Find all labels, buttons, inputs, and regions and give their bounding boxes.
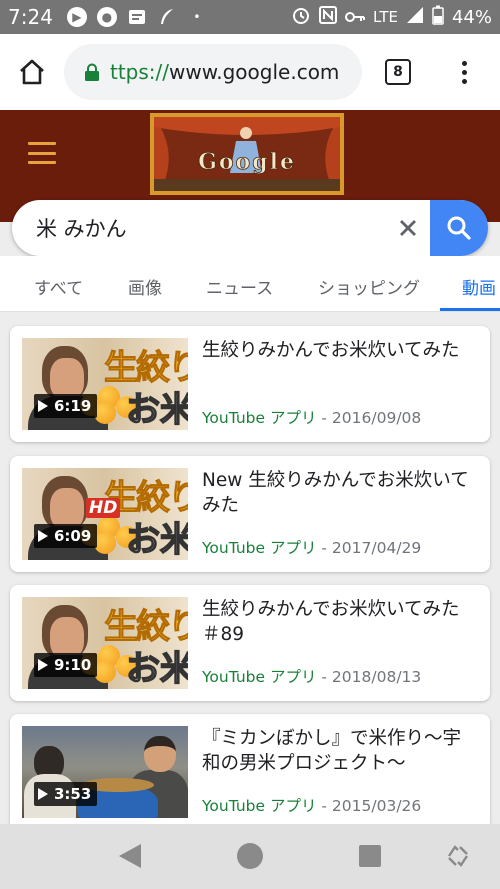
back-button[interactable] — [110, 838, 150, 874]
more-notifications-dot-icon: • — [193, 10, 201, 24]
search-box: 米 みかん — [12, 200, 488, 256]
vpn-key-icon — [345, 7, 366, 28]
address-bar[interactable]: ttps://www.google.com — [64, 44, 362, 100]
rotate-icon — [448, 845, 468, 867]
message-notification-icon — [127, 7, 147, 27]
feather-notification-icon — [157, 7, 177, 27]
video-meta: YouTube アプリ - 2015/03/26 — [202, 794, 421, 816]
video-thumbnail[interactable]: 生絞り お米 6:19 — [22, 338, 188, 430]
search-type-tabs: すべて 画像 ニュース ショッピング 動画 — [0, 256, 500, 312]
rotate-screen-button[interactable] — [438, 838, 478, 874]
back-icon — [119, 844, 141, 868]
system-navigation-bar — [0, 824, 500, 889]
video-thumbnail[interactable]: 3:53 — [22, 726, 188, 818]
battery-percent: 44% — [451, 6, 492, 28]
status-time: 7:24 — [8, 5, 53, 29]
video-meta: YouTube アプリ - 2018/08/13 — [202, 665, 421, 687]
video-duration: 6:19 — [54, 397, 92, 415]
signal-icon — [406, 6, 424, 29]
video-duration: 9:10 — [54, 656, 92, 674]
video-date: - 2018/08/13 — [321, 668, 422, 686]
active-tab-indicator — [440, 308, 500, 311]
browser-toolbar: ttps://www.google.com 8 — [0, 34, 500, 110]
video-date: - 2017/04/29 — [321, 539, 422, 557]
video-thumbnail[interactable]: 生絞り お米 9:10 — [22, 597, 188, 689]
video-duration-badge: 6:09 — [34, 524, 98, 548]
hamburger-menu-icon[interactable] — [28, 142, 56, 164]
play-icon — [38, 530, 48, 542]
hd-badge: HD — [86, 498, 121, 518]
video-duration-badge: 3:53 — [34, 782, 98, 806]
tab-videos[interactable]: 動画 — [462, 274, 496, 299]
video-result-card[interactable]: 生絞り お米 9:10 生絞りみかんでお米炊いてみた＃89 YouTube アプ… — [10, 585, 490, 701]
tab-images[interactable]: 画像 — [128, 274, 162, 299]
home-nav-button[interactable] — [230, 838, 270, 874]
video-result-card[interactable]: 生絞り お米 6:19 生絞りみかんでお米炊いてみた YouTube アプリ -… — [10, 326, 490, 442]
home-button[interactable] — [0, 34, 64, 110]
play-icon — [38, 788, 48, 800]
video-source: YouTube アプリ — [202, 409, 317, 427]
video-result-card[interactable]: 3:53 『ミカンぼかし』で米作り〜宇和の男米プロジェクト〜 YouTube ア… — [10, 714, 490, 830]
lock-icon — [85, 63, 99, 81]
video-title[interactable]: 『ミカンぼかし』で米作り〜宇和の男米プロジェクト〜 — [202, 726, 472, 776]
video-meta: YouTube アプリ - 2016/09/08 — [202, 406, 421, 428]
video-title[interactable]: 生絞りみかんでお米炊いてみた — [202, 338, 472, 363]
thumbnail-caption-bottom: お米 — [125, 389, 188, 430]
nfc-icon — [319, 5, 338, 29]
search-input[interactable]: 米 みかん — [12, 213, 386, 243]
video-meta: YouTube アプリ - 2017/04/29 — [202, 536, 421, 558]
recents-button[interactable] — [350, 838, 390, 874]
play-icon — [38, 659, 48, 671]
alarm-icon — [291, 5, 311, 30]
video-date: - 2015/03/26 — [321, 797, 422, 815]
video-source: YouTube アプリ — [202, 797, 317, 815]
battery-icon — [432, 5, 444, 30]
status-bar: 7:24 ▶ ● • LTE 44% — [0, 0, 500, 34]
circle-home-icon — [237, 843, 263, 869]
video-duration-badge: 6:19 — [34, 394, 98, 418]
video-date: - 2016/09/08 — [321, 409, 422, 427]
search-icon — [447, 216, 471, 240]
video-title[interactable]: 生絞りみかんでお米炊いてみた＃89 — [202, 597, 472, 647]
youtube-notification-icon: ▶ — [66, 7, 87, 27]
network-type: LTE — [373, 8, 398, 26]
svg-text:Google: Google — [198, 149, 296, 175]
browser-menu-button[interactable] — [434, 34, 494, 110]
tab-shopping[interactable]: ショッピング — [318, 274, 420, 299]
clear-search-icon[interactable] — [386, 200, 430, 256]
url-host: www.google.com — [169, 60, 340, 84]
tab-count: 8 — [385, 59, 411, 85]
video-duration: 6:09 — [54, 527, 92, 545]
video-title[interactable]: New 生絞りみかんでお米炊いてみた — [202, 468, 472, 518]
url-scheme: ttps:// — [110, 60, 170, 84]
video-thumbnail[interactable]: 生絞り お米 HD 6:09 — [22, 468, 188, 560]
app-notification-icon: ● — [96, 7, 117, 27]
tab-switcher-button[interactable]: 8 — [362, 34, 434, 110]
tab-all[interactable]: すべて — [34, 274, 83, 299]
play-icon — [38, 400, 48, 412]
thumbnail-caption-bottom: お米 — [125, 519, 188, 560]
video-duration-badge: 9:10 — [34, 653, 98, 677]
home-icon — [20, 59, 44, 85]
video-duration: 3:53 — [54, 785, 92, 803]
tab-news[interactable]: ニュース — [206, 274, 273, 299]
google-doodle-logo[interactable]: Google — [150, 113, 344, 195]
search-button[interactable] — [430, 200, 488, 256]
video-source: YouTube アプリ — [202, 668, 317, 686]
video-result-card[interactable]: 生絞り お米 HD 6:09 New 生絞りみかんでお米炊いてみた YouTub… — [10, 456, 490, 572]
video-source: YouTube アプリ — [202, 539, 317, 557]
thumbnail-caption-bottom: お米 — [125, 648, 188, 689]
square-recents-icon — [359, 845, 381, 867]
